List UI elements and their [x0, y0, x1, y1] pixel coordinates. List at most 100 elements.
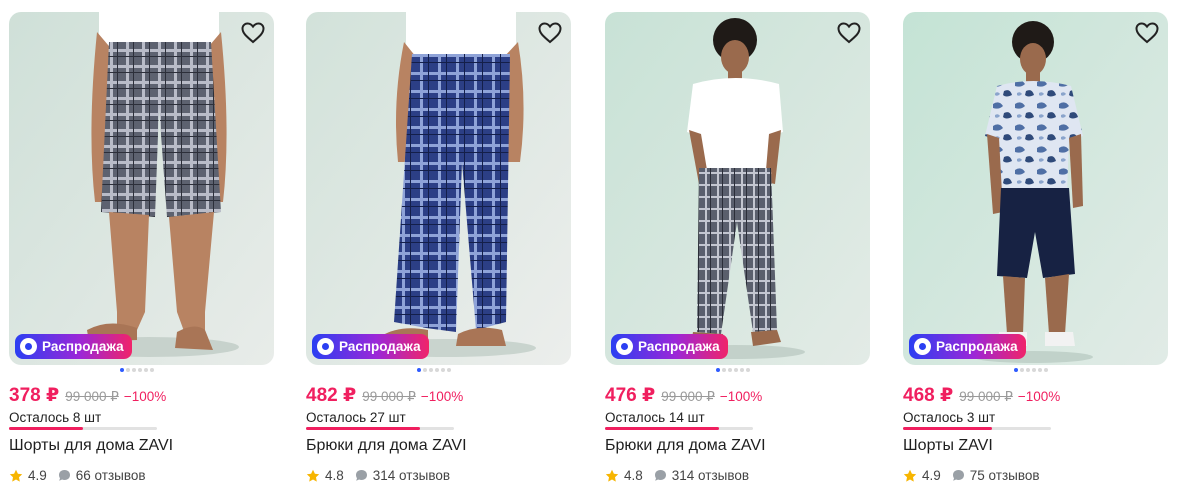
carousel-dot[interactable] — [746, 368, 750, 372]
price-row: 468 ₽ 99 000 ₽ −100% — [903, 384, 1060, 407]
stock-progress-fill — [903, 427, 992, 430]
old-price: 99 000 ₽ — [959, 389, 1013, 404]
carousel-dot[interactable] — [435, 368, 439, 372]
old-price: 99 000 ₽ — [362, 389, 416, 404]
product-image-shorts-gray-plaid — [9, 12, 274, 365]
current-price: 468 ₽ — [903, 385, 954, 406]
rating-value: 4.8 — [325, 468, 344, 483]
favorite-button[interactable] — [836, 20, 862, 46]
product-photo[interactable]: Распродажа — [903, 12, 1168, 365]
discount-percent: −100% — [719, 389, 763, 404]
carousel-dot[interactable] — [740, 368, 744, 372]
photo-carousel-dots[interactable] — [1014, 368, 1048, 372]
chat-bubble-icon — [654, 470, 666, 481]
carousel-dot[interactable] — [722, 368, 726, 372]
carousel-dot[interactable] — [734, 368, 738, 372]
carousel-dot[interactable] — [1026, 368, 1030, 372]
product-card[interactable]: Распродажа 378 ₽ 99 000 ₽ −100% Осталось… — [9, 12, 274, 492]
stock-progress-fill — [306, 427, 420, 430]
carousel-dot[interactable] — [1038, 368, 1042, 372]
product-card[interactable]: Распродажа 468 ₽ 99 000 ₽ −100% Осталось… — [903, 12, 1168, 492]
carousel-dot[interactable] — [1014, 368, 1018, 372]
rating-value: 4.8 — [624, 468, 643, 483]
stock-left-text: Осталось 3 шт — [903, 410, 996, 425]
sale-icon — [914, 338, 931, 355]
sale-icon — [317, 338, 334, 355]
reviews-count: 66 отзывов — [75, 468, 146, 483]
product-photo[interactable]: Распродажа — [9, 12, 274, 365]
carousel-dot[interactable] — [417, 368, 421, 372]
carousel-dot[interactable] — [150, 368, 154, 372]
product-photo[interactable]: Распродажа — [306, 12, 571, 365]
product-image-pants-blue-plaid — [306, 12, 571, 365]
star-icon — [306, 469, 320, 482]
stock-progress-fill — [605, 427, 719, 430]
carousel-dot[interactable] — [429, 368, 433, 372]
sale-icon — [20, 338, 37, 355]
product-name[interactable]: Шорты для дома ZAVI — [9, 437, 173, 455]
product-image-pants-gray-plaid-model — [605, 12, 870, 365]
chat-bubble-icon — [952, 470, 964, 481]
product-card[interactable]: Распродажа 476 ₽ 99 000 ₽ −100% Осталось… — [605, 12, 870, 492]
stock-progress-bar — [9, 427, 157, 430]
discount-percent: −100% — [1017, 389, 1061, 404]
product-card[interactable]: Распродажа 482 ₽ 99 000 ₽ −100% Осталось… — [306, 12, 571, 492]
carousel-dot[interactable] — [1044, 368, 1048, 372]
carousel-dot[interactable] — [144, 368, 148, 372]
star-icon — [9, 469, 23, 482]
rating-row[interactable]: 4.8 314 отзывов — [605, 468, 749, 483]
product-grid: Распродажа 378 ₽ 99 000 ₽ −100% Осталось… — [0, 0, 1179, 495]
favorite-button[interactable] — [537, 20, 563, 46]
stock-progress-fill — [9, 427, 83, 430]
carousel-dot[interactable] — [126, 368, 130, 372]
photo-carousel-dots[interactable] — [716, 368, 750, 372]
heart-outline-icon — [837, 22, 861, 44]
photo-carousel-dots[interactable] — [120, 368, 154, 372]
carousel-dot[interactable] — [423, 368, 427, 372]
product-image-shorts-navy-model — [903, 12, 1168, 365]
photo-carousel-dots[interactable] — [417, 368, 451, 372]
heart-outline-icon — [241, 22, 265, 44]
carousel-dot[interactable] — [120, 368, 124, 372]
reviews-count: 314 отзывов — [671, 468, 750, 483]
carousel-dot[interactable] — [716, 368, 720, 372]
chat-bubble-icon — [355, 470, 367, 481]
favorite-button[interactable] — [240, 20, 266, 46]
sale-badge[interactable]: Распродажа — [312, 334, 429, 359]
heart-outline-icon — [1135, 22, 1159, 44]
star-icon — [605, 469, 619, 482]
carousel-dot[interactable] — [132, 368, 136, 372]
current-price: 476 ₽ — [605, 385, 656, 406]
carousel-dot[interactable] — [728, 368, 732, 372]
carousel-dot[interactable] — [447, 368, 451, 372]
carousel-dot[interactable] — [1020, 368, 1024, 372]
product-name[interactable]: Брюки для дома ZAVI — [605, 437, 766, 455]
carousel-dot[interactable] — [1032, 368, 1036, 372]
price-row: 476 ₽ 99 000 ₽ −100% — [605, 384, 762, 407]
reviews-count: 75 отзывов — [969, 468, 1040, 483]
carousel-dot[interactable] — [138, 368, 142, 372]
sale-badge[interactable]: Распродажа — [909, 334, 1026, 359]
heart-outline-icon — [538, 22, 562, 44]
sale-badge-label: Распродажа — [339, 339, 421, 354]
product-photo[interactable]: Распродажа — [605, 12, 870, 365]
rating-row[interactable]: 4.9 75 отзывов — [903, 468, 1040, 483]
carousel-dot[interactable] — [441, 368, 445, 372]
chat-bubble-icon — [58, 470, 70, 481]
rating-row[interactable]: 4.9 66 отзывов — [9, 468, 146, 483]
current-price: 482 ₽ — [306, 385, 357, 406]
discount-percent: −100% — [420, 389, 464, 404]
product-name[interactable]: Брюки для дома ZAVI — [306, 437, 467, 455]
current-price: 378 ₽ — [9, 385, 60, 406]
sale-badge[interactable]: Распродажа — [15, 334, 132, 359]
sale-badge[interactable]: Распродажа — [611, 334, 728, 359]
star-icon — [903, 469, 917, 482]
sale-badge-label: Распродажа — [638, 339, 720, 354]
reviews-count: 314 отзывов — [372, 468, 451, 483]
discount-percent: −100% — [123, 389, 167, 404]
favorite-button[interactable] — [1134, 20, 1160, 46]
product-name[interactable]: Шорты ZAVI — [903, 437, 993, 455]
rating-row[interactable]: 4.8 314 отзывов — [306, 468, 450, 483]
stock-left-text: Осталось 27 шт — [306, 410, 406, 425]
stock-left-text: Осталось 8 шт — [9, 410, 102, 425]
